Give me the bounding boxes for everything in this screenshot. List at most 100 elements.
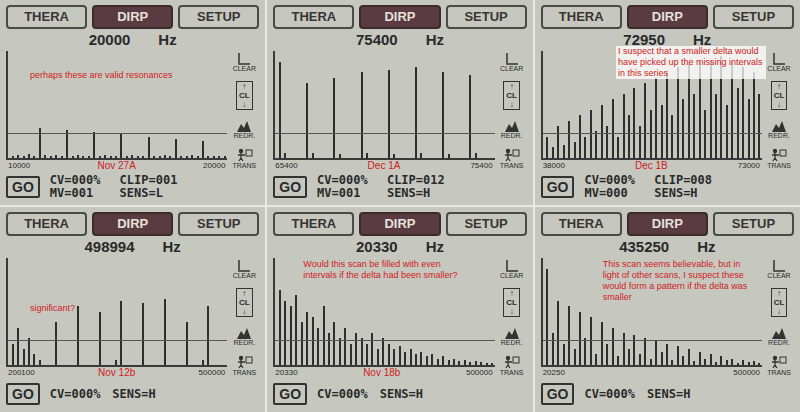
tab[interactable]: SETUP <box>178 212 259 236</box>
clear-button[interactable]: CLEAR <box>500 52 523 73</box>
bar-slot <box>326 51 331 158</box>
tab[interactable]: SETUP <box>446 212 527 236</box>
status-reading: SENS=H <box>380 388 431 401</box>
bar-slot <box>588 51 593 158</box>
bar-slot <box>489 51 494 158</box>
trans-button[interactable]: TRANS <box>767 148 791 170</box>
annotation: Would this scan be filled with even inte… <box>301 259 471 281</box>
redraw-icon <box>771 326 787 339</box>
peak-bar <box>742 360 744 365</box>
cl-stepper[interactable]: ↑CL↓ <box>236 81 253 110</box>
trans-button[interactable]: TRANS <box>500 355 524 377</box>
bar-slot <box>146 258 151 365</box>
peak-bar <box>563 145 565 158</box>
trans-button[interactable]: TRANS <box>232 148 256 170</box>
bar-slot <box>556 258 561 365</box>
peak-bar <box>737 363 739 365</box>
tab[interactable]: DIRP <box>627 5 708 29</box>
redraw-button[interactable]: REDR. <box>768 326 790 347</box>
peak-bar <box>475 153 477 158</box>
redraw-button[interactable]: REDR. <box>501 119 523 140</box>
trans-button[interactable]: TRANS <box>500 148 524 170</box>
cl-stepper[interactable]: ↑CL↓ <box>503 81 520 110</box>
down-arrow[interactable]: ↓ <box>777 100 781 109</box>
chart: 10000Nov 27A20000 <box>6 51 227 171</box>
bar-slot <box>435 51 440 158</box>
bar-slot <box>315 51 320 158</box>
go-button[interactable]: GO <box>6 176 40 198</box>
tab[interactable]: THERA <box>6 212 87 236</box>
tab[interactable]: THERA <box>541 5 622 29</box>
threshold-line <box>543 340 762 341</box>
peak-bar <box>617 356 619 365</box>
status-row: GOCV=000%CLIP=012MV=001SENS=H <box>273 171 526 201</box>
bar-slot <box>343 51 348 158</box>
peak-bar <box>366 344 368 365</box>
redraw-button[interactable]: REDR. <box>233 326 255 347</box>
bar-slot <box>206 258 211 365</box>
clear-button[interactable]: CLEAR <box>767 52 790 73</box>
clear-button[interactable]: CLEAR <box>767 259 790 280</box>
up-arrow[interactable]: ↑ <box>242 289 246 298</box>
clear-button[interactable]: CLEAR <box>233 52 256 73</box>
redraw-button[interactable]: REDR. <box>233 119 255 140</box>
trans-button[interactable]: TRANS <box>767 355 791 377</box>
go-button[interactable]: GO <box>541 176 575 198</box>
go-button[interactable]: GO <box>273 176 307 198</box>
cl-stepper[interactable]: ↑CL↓ <box>503 288 520 317</box>
down-arrow[interactable]: ↓ <box>510 307 514 316</box>
bar-slot <box>10 258 15 365</box>
trans-button[interactable]: TRANS <box>232 355 256 377</box>
tab[interactable]: SETUP <box>178 5 259 29</box>
go-button[interactable]: GO <box>273 383 307 405</box>
tab[interactable]: SETUP <box>713 212 794 236</box>
redraw-button[interactable]: REDR. <box>768 119 790 140</box>
tab[interactable]: DIRP <box>92 212 173 236</box>
status-reading: CV=000% <box>584 174 642 187</box>
tab[interactable]: THERA <box>541 212 622 236</box>
peak-bar <box>579 115 581 158</box>
bar-slot <box>59 51 64 158</box>
tab[interactable]: DIRP <box>627 212 708 236</box>
up-arrow[interactable]: ↑ <box>777 82 781 91</box>
tab[interactable]: DIRP <box>92 5 173 29</box>
bar-slot <box>451 51 456 158</box>
redraw-label: REDR. <box>768 339 790 347</box>
peak-bar <box>661 105 663 159</box>
redraw-button[interactable]: REDR. <box>501 326 523 347</box>
up-arrow[interactable]: ↑ <box>510 289 514 298</box>
peak-bar <box>82 156 84 158</box>
down-arrow[interactable]: ↓ <box>242 100 246 109</box>
down-arrow[interactable]: ↓ <box>242 307 246 316</box>
peak-bar <box>284 301 286 365</box>
up-arrow[interactable]: ↑ <box>242 82 246 91</box>
clear-label: CLEAR <box>500 65 523 73</box>
cl-stepper[interactable]: ↑CL↓ <box>236 288 253 317</box>
status-reading: CV=000% <box>50 388 101 401</box>
up-arrow[interactable]: ↑ <box>777 289 781 298</box>
cl-stepper[interactable]: ↑CL↓ <box>771 288 788 317</box>
tab[interactable]: DIRP <box>359 5 440 29</box>
status-readings: CV=000%SENS=H <box>317 388 430 401</box>
bar-slot <box>211 51 216 158</box>
tab[interactable]: SETUP <box>446 5 527 29</box>
tab[interactable]: THERA <box>273 5 354 29</box>
tab[interactable]: THERA <box>273 212 354 236</box>
clear-button[interactable]: CLEAR <box>233 259 256 280</box>
bar-slot <box>757 258 762 365</box>
down-arrow[interactable]: ↓ <box>777 307 781 316</box>
tab[interactable]: DIRP <box>359 212 440 236</box>
up-arrow[interactable]: ↑ <box>510 82 514 91</box>
clear-button[interactable]: CLEAR <box>500 259 523 280</box>
go-button[interactable]: GO <box>541 383 575 405</box>
bar-slot <box>332 51 337 158</box>
peak-bar <box>623 94 625 158</box>
go-button[interactable]: GO <box>6 383 40 405</box>
frequency-value: 435250 <box>619 238 669 256</box>
down-arrow[interactable]: ↓ <box>510 100 514 109</box>
peak-bar <box>393 154 395 158</box>
tab[interactable]: SETUP <box>713 5 794 29</box>
tab[interactable]: THERA <box>6 5 87 29</box>
cl-stepper[interactable]: ↑CL↓ <box>771 81 788 110</box>
peak-bar <box>164 155 166 158</box>
